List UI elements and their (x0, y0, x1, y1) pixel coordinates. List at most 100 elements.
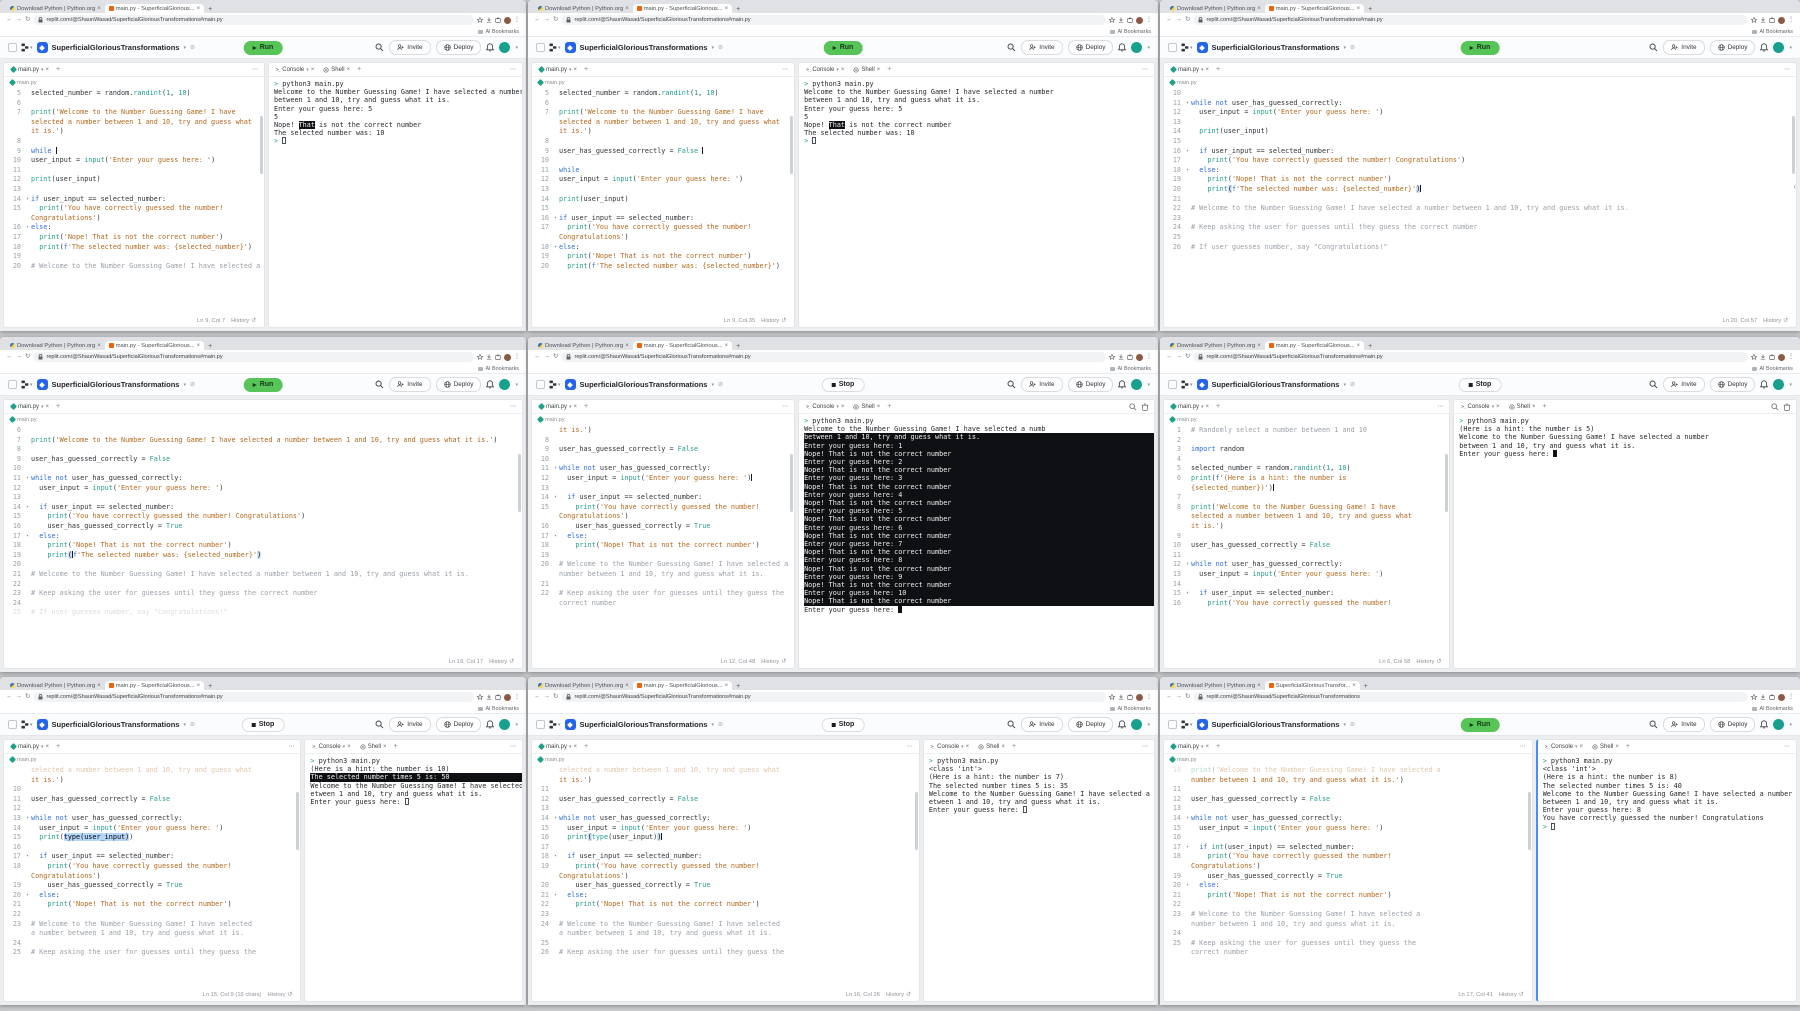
new-tab-button[interactable]: + (1364, 683, 1368, 690)
reload-icon[interactable]: ↻ (1185, 693, 1190, 701)
tab-console[interactable]: >_ Console ▾ × (1543, 744, 1585, 750)
tab-console[interactable]: >_ Console ▾ × (310, 744, 352, 750)
more-options-icon[interactable]: ⋯ (1784, 66, 1791, 73)
address-bar[interactable]: replit.com/@ShaunWasad/SuperficialGlorio… (1193, 15, 1748, 25)
fold-arrow-icon[interactable]: ▾ (24, 195, 31, 205)
search-icon[interactable] (375, 720, 384, 729)
code-line[interactable]: 22 print('Nope! That is not the correct … (532, 900, 919, 910)
breadcrumb[interactable]: main.py (4, 754, 300, 765)
bell-icon[interactable] (486, 380, 495, 389)
browser-tab-active[interactable]: main.py - SuperficialGlorious... × (632, 341, 733, 350)
fold-arrow-icon[interactable]: ▾ (24, 474, 31, 484)
code-line[interactable]: 17 print('You have correctly guessed the… (532, 223, 794, 233)
chevron-down-icon[interactable]: ▾ (569, 404, 572, 410)
file-tab[interactable]: main.py ▾ × (9, 742, 51, 751)
new-tab-button[interactable]: + (208, 343, 212, 350)
code-line[interactable]: 2 (1164, 436, 1449, 446)
code-line[interactable]: 21 # Welcome to the Number Guessing Game!… (4, 570, 522, 580)
history-button[interactable]: History ↺ (267, 992, 292, 998)
code-line[interactable]: 21 print('Nope! That is not the correct … (4, 900, 300, 910)
tab-close-icon[interactable]: × (1532, 404, 1536, 410)
address-bar[interactable]: replit.com/@ShaunWasad/SuperficialGlorio… (561, 692, 1106, 702)
chevron-down-icon[interactable]: ▾ (1343, 722, 1346, 728)
new-tab-button[interactable]: + (736, 343, 740, 350)
bookmarks-label[interactable]: AI Bookmarks (1117, 29, 1151, 35)
tab-close-icon[interactable]: × (383, 744, 387, 750)
replit-logo-icon[interactable]: ▾ (1181, 380, 1193, 389)
stop-button[interactable]: Stop (821, 377, 865, 392)
code-line[interactable]: 10 print('Welcome to the Number Guessing … (1164, 766, 1532, 776)
menu-kebab-icon[interactable]: ⋮ (1788, 694, 1794, 700)
more-options-icon[interactable]: ⋯ (252, 66, 259, 73)
deploy-button[interactable]: Deploy (1067, 40, 1114, 55)
tab-close-icon[interactable]: × (1580, 744, 1584, 750)
code-line[interactable]: 17 ▾ if user_input == selected_number: (4, 852, 300, 862)
tab-close-icon[interactable]: × (877, 404, 881, 410)
code-line[interactable]: 16 ▾ if user_input == selected_number: (1164, 147, 1796, 157)
code-line[interactable]: 11 (4, 166, 264, 176)
address-bar[interactable]: replit.com/@ShaunWasad/SuperficialGlorio… (1193, 692, 1748, 702)
browser-tab[interactable]: Download Python | Python.org × (1166, 341, 1265, 350)
bell-icon[interactable] (1118, 380, 1127, 389)
extensions-icon[interactable] (1769, 694, 1775, 700)
select-checkbox[interactable] (8, 380, 17, 389)
search-icon[interactable] (375, 380, 384, 389)
new-tab-button[interactable]: + (736, 6, 740, 13)
code-line[interactable]: 22 # Welcome to the Number Guessing Game!… (1164, 204, 1796, 214)
code-editor[interactable]: 5 selected_number = random.randint(1, 10)… (4, 88, 264, 315)
select-checkbox[interactable] (1168, 720, 1177, 729)
code-line[interactable]: 26 # If user guesses number, say "Congrat… (1164, 243, 1796, 253)
bookmark-star-icon[interactable] (477, 694, 483, 700)
code-line[interactable]: 19 print('Nope! That is not the correct … (532, 252, 794, 262)
code-line[interactable]: 20 ▾ else: (4, 891, 300, 901)
code-line[interactable]: 11 ▾ while not user_has_guessed_correctly: (4, 474, 522, 484)
chevron-down-icon[interactable]: ▾ (1201, 404, 1204, 410)
back-icon[interactable]: ← (1166, 353, 1173, 361)
replit-logo-icon[interactable]: ▾ (1181, 720, 1193, 729)
code-line[interactable]: number between 1 and 10, try and guess w… (1164, 776, 1532, 786)
deploy-button[interactable]: Deploy (1709, 717, 1756, 732)
code-line[interactable]: a number between 1 and 10, try and guess… (532, 929, 919, 939)
code-line[interactable]: 21 ▾ else: (532, 891, 919, 901)
code-line[interactable]: 20 # Welcome to the Number Guessing Game!… (4, 262, 264, 272)
tab-close-icon[interactable]: × (877, 67, 881, 73)
code-line[interactable]: 16 user_has_guessed_correctly = True (4, 522, 522, 532)
code-line[interactable]: selected a number between 1 and 10, try … (532, 766, 919, 776)
deploy-button[interactable]: Deploy (435, 40, 482, 55)
reload-icon[interactable]: ↻ (1185, 353, 1190, 361)
tab-close-icon[interactable]: × (725, 683, 729, 689)
tab-close-icon[interactable]: × (841, 404, 845, 410)
code-line[interactable]: 19 user_has_guessed_correctly = True (1164, 872, 1532, 882)
chevron-down-icon[interactable]: ▾ (515, 722, 518, 728)
profile-avatar[interactable] (504, 693, 511, 701)
code-editor[interactable]: 6 7 print('Welcome to the Number Guessing … (4, 425, 522, 656)
chevron-down-icon[interactable]: ▾ (41, 744, 44, 750)
code-line[interactable]: 9 (1164, 532, 1449, 542)
browser-tab[interactable]: Download Python | Python.org × (1166, 681, 1265, 690)
tab-shell[interactable]: Shell × (321, 67, 352, 73)
code-line[interactable]: 13 (532, 484, 794, 494)
browser-tab-active[interactable]: main.py - SuperficialGlorious... × (632, 681, 733, 690)
code-line[interactable]: 14 ▾ if user_input == selected_number: (4, 195, 264, 205)
chevron-down-icon[interactable]: ▾ (183, 45, 186, 51)
back-icon[interactable]: ← (534, 693, 541, 701)
history-button[interactable]: History ↺ (1499, 992, 1524, 998)
bell-icon[interactable] (1118, 43, 1127, 52)
code-line[interactable]: 19 (4, 252, 264, 262)
search-icon[interactable] (1649, 380, 1658, 389)
tab-close-icon[interactable]: × (625, 343, 629, 349)
code-line[interactable]: 11 (1164, 785, 1532, 795)
history-button[interactable]: History ↺ (761, 659, 786, 665)
code-line[interactable]: it is.') (532, 127, 794, 137)
forward-icon[interactable]: → (1176, 353, 1183, 361)
tab-shell[interactable]: Shell × (851, 67, 882, 73)
profile-avatar[interactable] (1778, 16, 1785, 24)
project-title[interactable]: SuperficialGloriousTransformations (52, 43, 180, 52)
scrollbar-thumb[interactable] (518, 453, 521, 512)
invite-button[interactable]: Invite (1021, 377, 1063, 392)
project-title[interactable]: SuperficialGloriousTransformations (52, 720, 180, 729)
tab-console[interactable]: >_ Console ▾ × (929, 744, 971, 750)
browser-tab-active[interactable]: main.py - SuperficialGlorious... × (1264, 4, 1365, 13)
fold-arrow-icon[interactable]: ▾ (24, 891, 31, 901)
run-button[interactable]: Run (243, 377, 283, 392)
